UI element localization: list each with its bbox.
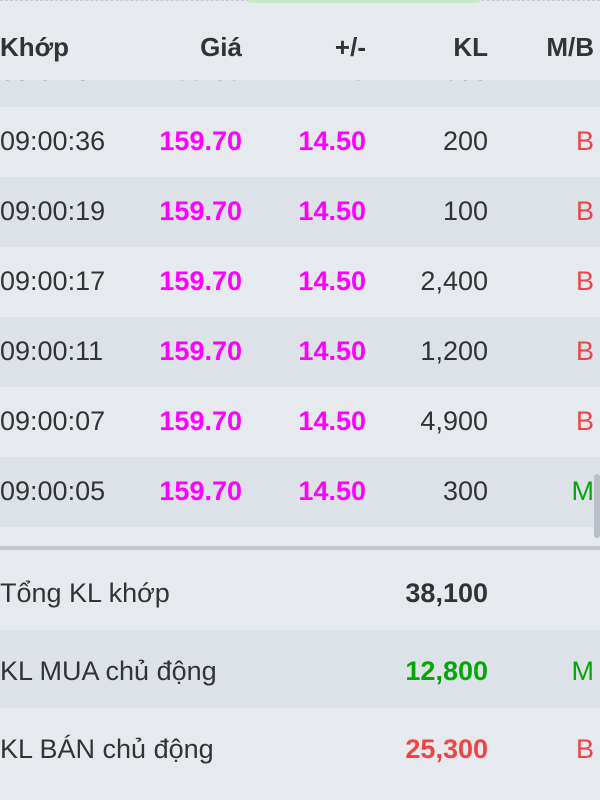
active-buy-value: 12,800 — [405, 656, 488, 686]
trade-price: 159.70 — [159, 336, 242, 366]
table-header: Khớp Giá +/- KL M/B — [0, 10, 600, 80]
trade-volume: 4,900 — [420, 406, 488, 436]
trade-list[interactable]: 09:01:37159.6014.40600M09:00:36159.7014.… — [0, 52, 600, 546]
trade-row[interactable]: 09:00:36 159.70 14.50 200 B — [0, 107, 600, 177]
trade-price: 159.70 — [159, 266, 242, 296]
trade-time: 09:00:07 — [0, 406, 106, 436]
trade-side: B — [575, 406, 594, 436]
trade-row[interactable]: 09:00:07 159.70 14.50 4,900 B — [0, 387, 600, 457]
trade-row[interactable]: 09:00:19 159.70 14.50 100 B — [0, 177, 600, 247]
total-volume-label: Tổng KL khớp — [0, 578, 170, 608]
scrollbar-thumb[interactable] — [594, 474, 600, 538]
header-volume[interactable]: KL — [453, 32, 488, 63]
trade-volume: 1,200 — [420, 336, 488, 366]
active-sell-label: KL BÁN chủ động — [0, 734, 214, 764]
trade-price: 159.70 — [159, 406, 242, 436]
trade-time: 09:00:19 — [0, 196, 106, 226]
header-price[interactable]: Giá — [200, 32, 242, 63]
trade-change: 14.50 — [298, 266, 366, 296]
active-buy-tag: M — [571, 656, 595, 686]
trade-time: 09:00:17 — [0, 266, 106, 296]
trade-side: B — [575, 266, 594, 296]
summary-buy-row: KL MUA chủ động 12,800 M — [0, 630, 600, 708]
trade-price: 159.70 — [159, 126, 242, 156]
active-sell-value: 25,300 — [405, 734, 488, 764]
trade-side: B — [575, 336, 594, 366]
active-buy-label: KL MUA chủ động — [0, 656, 217, 686]
header-time[interactable]: Khớp — [0, 32, 69, 63]
trade-side: B — [575, 126, 594, 156]
summary-total-row: Tổng KL khớp 38,100 — [0, 552, 600, 630]
header-side[interactable]: M/B — [546, 32, 594, 63]
trade-volume: 2,400 — [420, 266, 488, 296]
trade-row[interactable]: 09:00:05 159.70 14.50 300 M — [0, 457, 600, 527]
trade-change: 14.50 — [298, 476, 366, 506]
trade-volume: 300 — [442, 476, 488, 506]
trade-time: 09:00:36 — [0, 126, 106, 156]
active-sell-tag: B — [575, 734, 594, 764]
trade-price: 159.70 — [159, 476, 242, 506]
trade-change: 14.50 — [298, 406, 366, 436]
total-volume-value: 38,100 — [405, 578, 488, 608]
active-tab-indicator — [248, 0, 480, 3]
trade-row[interactable]: 09:00:17 159.70 14.50 2,400 B — [0, 247, 600, 317]
trade-side: B — [575, 196, 594, 226]
trade-volume: 100 — [442, 196, 488, 226]
trade-history-panel: Khớp Giá +/- KL M/B 09:01:37159.6014.406… — [0, 0, 600, 800]
trade-row[interactable]: 09:00:11 159.70 14.50 1,200 B — [0, 317, 600, 387]
trade-change: 14.50 — [298, 336, 366, 366]
summary-divider — [0, 546, 600, 550]
trade-volume: 200 — [442, 126, 488, 156]
trade-time: 09:00:05 — [0, 476, 106, 506]
trade-change: 14.50 — [298, 196, 366, 226]
summary-sell-row: KL BÁN chủ động 25,300 B — [0, 708, 600, 786]
trade-side: M — [571, 476, 595, 506]
header-change[interactable]: +/- — [335, 32, 366, 63]
trade-change: 14.50 — [298, 126, 366, 156]
trade-price: 159.70 — [159, 196, 242, 226]
trade-time: 09:00:11 — [0, 336, 104, 366]
